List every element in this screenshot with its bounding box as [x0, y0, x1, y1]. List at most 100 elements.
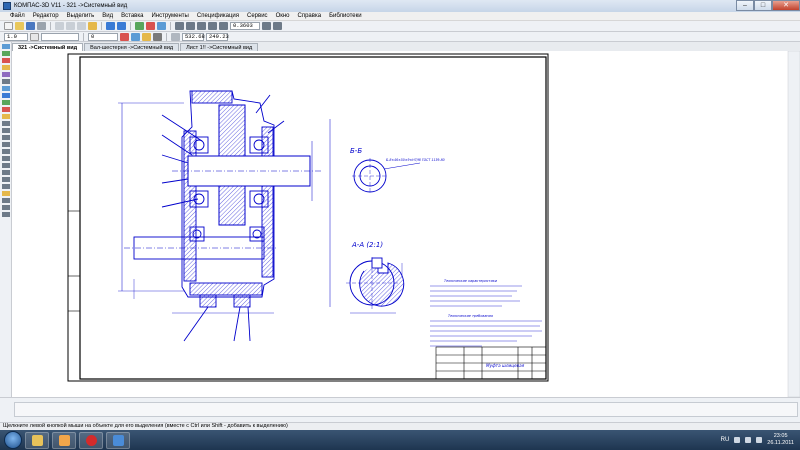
tab-document-shaft-gear[interactable]: Вал-шестерня ->Системный вид [84, 43, 180, 51]
property-panel[interactable] [14, 402, 798, 417]
fillet-tool-icon[interactable] [1, 184, 10, 189]
menu-view[interactable]: Вид [102, 13, 113, 19]
title-bar: КОМПАС-3D V11 - 321 ->Системный вид – □ … [0, 0, 800, 12]
paste-icon[interactable] [77, 22, 86, 30]
taskbar: RU 23:05 26.11.2011 [0, 430, 800, 450]
copy-icon[interactable] [66, 22, 75, 30]
local-cs-icon[interactable] [153, 32, 162, 41]
menu-service[interactable]: Сервис [247, 13, 268, 19]
print-icon[interactable] [37, 22, 46, 30]
notation-tool-icon[interactable] [1, 58, 10, 63]
point-tool-icon[interactable] [1, 121, 10, 126]
edit-tool-icon[interactable] [1, 65, 10, 70]
window-buttons: – □ ✕ [736, 0, 800, 12]
tray-icon-1[interactable] [734, 437, 741, 443]
manager-icon[interactable] [135, 22, 144, 30]
geometry-tool-icon[interactable] [1, 44, 10, 49]
arc-tool-icon[interactable] [1, 142, 10, 147]
save-icon[interactable] [26, 22, 35, 30]
rect-tool-icon[interactable] [1, 149, 10, 154]
redo-icon[interactable] [117, 22, 126, 30]
variables-icon[interactable] [157, 22, 166, 30]
spec-tool-icon[interactable] [1, 93, 10, 98]
text-tool-icon[interactable] [1, 191, 10, 196]
measure-tool-icon[interactable] [1, 79, 10, 84]
pan-icon[interactable] [262, 22, 271, 30]
view-tool-icon[interactable] [1, 205, 10, 210]
menu-window[interactable]: Окно [276, 13, 290, 19]
start-button[interactable] [4, 431, 22, 449]
system-tray: RU 23:05 26.11.2011 [721, 433, 800, 447]
circle-tool-icon[interactable] [1, 135, 10, 140]
refresh-icon[interactable] [273, 22, 282, 30]
cut-icon[interactable] [55, 22, 64, 30]
opera-icon [85, 434, 97, 446]
undo-icon[interactable] [106, 22, 115, 30]
spline-note: Б-8×46×50×9×Н7/f8 ГОСТ 1139-80 [386, 158, 445, 162]
chamfer-tool-icon[interactable] [1, 177, 10, 182]
maximize-button[interactable]: □ [754, 0, 772, 11]
table-tool-icon[interactable] [1, 198, 10, 203]
taskbar-opera[interactable] [79, 431, 103, 449]
layer-field[interactable]: 0 [88, 32, 118, 41]
window-title: КОМПАС-3D V11 - 321 ->Системный вид [14, 3, 128, 9]
close-button[interactable]: ✕ [772, 0, 800, 11]
reports-tool-icon[interactable] [1, 100, 10, 105]
tab-document-321[interactable]: 321 ->Системный вид [12, 43, 84, 51]
taskbar-media[interactable] [52, 431, 76, 449]
previous-view-icon[interactable] [219, 22, 228, 30]
language-indicator[interactable]: RU [721, 437, 730, 443]
tray-icon-2[interactable] [745, 437, 752, 443]
technical-notes: Технические характеристики Технические т… [430, 279, 542, 347]
menu-file[interactable]: Файл [10, 13, 25, 19]
coord-y-field[interactable]: 249.23 [206, 32, 229, 41]
current-state-toolbar: 1.0 0 532.68 249.23 [0, 32, 800, 42]
clock[interactable]: 23:05 26.11.2011 [767, 433, 794, 447]
menu-select[interactable]: Выделить [67, 13, 95, 19]
drawing-canvas[interactable]: Б-Б Б-8×46×50×9×Н7/f8 ГОСТ 1139-80 А-А (… [12, 51, 800, 397]
zoom-out-icon[interactable] [186, 22, 195, 30]
select-tool-icon[interactable] [1, 86, 10, 91]
new-document-icon[interactable] [4, 22, 13, 30]
menu-libraries[interactable]: Библиотеки [329, 13, 362, 19]
section-tool-icon[interactable] [1, 212, 10, 217]
vertical-scrollbar[interactable] [787, 51, 800, 397]
hatch-tool-icon[interactable] [1, 170, 10, 175]
minimize-button[interactable]: – [736, 0, 754, 11]
line-tool-icon[interactable] [1, 128, 10, 133]
dimensions-tool-icon[interactable] [1, 51, 10, 56]
menu-help[interactable]: Справка [298, 13, 322, 19]
menu-edit[interactable]: Редактор [33, 13, 59, 19]
line-style-icon[interactable] [30, 32, 39, 41]
taskbar-kompas[interactable] [106, 431, 130, 449]
parametrize-tool-icon[interactable] [1, 72, 10, 77]
insert-tool-icon[interactable] [1, 107, 10, 112]
zoom-window-icon[interactable] [197, 22, 206, 30]
properties-icon[interactable] [88, 22, 97, 30]
orthogonal-icon[interactable] [142, 32, 151, 41]
cursor-icon[interactable] [171, 32, 180, 41]
spline-tool-icon[interactable] [1, 163, 10, 168]
zoom-in-icon[interactable] [175, 22, 184, 30]
volume-icon[interactable] [756, 437, 763, 443]
zoom-field[interactable]: 0.3603 [230, 22, 260, 30]
standard-toolbar: 0.3603 [0, 21, 800, 32]
clock-time: 23:05 [773, 433, 788, 439]
show-all-icon[interactable] [208, 22, 217, 30]
section-bb-label: Б-Б [350, 147, 362, 155]
open-icon[interactable] [15, 22, 24, 30]
coord-x-field[interactable]: 532.68 [182, 32, 205, 41]
tab-document-sheet[interactable]: Лист 1!! ->Системный вид [180, 43, 259, 51]
menu-insert[interactable]: Вставка [121, 13, 143, 19]
view-number-field[interactable] [41, 32, 79, 41]
fragment-tool-icon[interactable] [1, 114, 10, 119]
taskbar-explorer[interactable] [25, 431, 49, 449]
line-style-field[interactable]: 1.0 [4, 32, 28, 41]
drawing-sheet: Б-Б Б-8×46×50×9×Н7/f8 ГОСТ 1139-80 А-А (… [67, 51, 800, 397]
snap-icon[interactable] [120, 32, 129, 41]
library-icon[interactable] [146, 22, 155, 30]
grid-icon[interactable] [131, 32, 140, 41]
menu-tools[interactable]: Инструменты [151, 13, 188, 19]
menu-specification[interactable]: Спецификация [197, 13, 239, 19]
polyline-tool-icon[interactable] [1, 156, 10, 161]
